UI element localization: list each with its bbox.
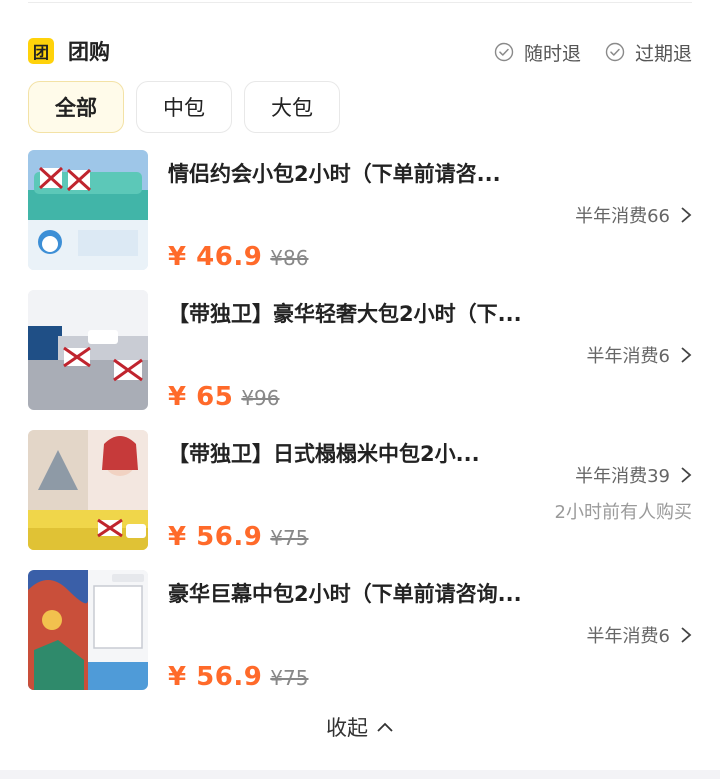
sales-count: 半年消费6 (586, 346, 670, 367)
group-buy-icon: 团 (28, 38, 54, 64)
deal-price-row: ¥ 65 ¥96 (168, 382, 280, 412)
guarantee-refund-anytime: 随时退 (494, 39, 581, 66)
collapse-button[interactable]: 收起 (0, 712, 720, 742)
original-price: ¥86 (270, 246, 309, 270)
top-divider (28, 2, 692, 3)
deal-thumbnail (28, 290, 148, 410)
deal-thumbnail (28, 570, 148, 690)
deal-price: ¥ 46.9 (168, 242, 263, 272)
tab-all[interactable]: 全部 (28, 81, 124, 133)
chevron-up-icon (377, 722, 393, 732)
chevron-right-icon (681, 627, 692, 643)
package-filter-tabs: 全部 中包 大包 (28, 81, 340, 133)
chevron-right-icon (681, 347, 692, 363)
collapse-label: 收起 (326, 716, 368, 740)
bottom-separator (0, 770, 720, 779)
original-price: ¥75 (270, 666, 309, 690)
deal-item[interactable]: 情侣约会小包2小时（下单前请咨... 半年消费66 ¥ 46.9 ¥86 (28, 150, 692, 272)
recent-purchase-note: 2小时前有人购买 (554, 502, 692, 523)
deal-price: ¥ 56.9 (168, 522, 263, 552)
section-title: 团购 (68, 40, 110, 64)
original-price: ¥96 (241, 386, 280, 410)
guarantee-refund-expired: 过期退 (605, 39, 692, 66)
chevron-right-icon (681, 467, 692, 483)
check-circle-icon (605, 42, 625, 62)
sales-count: 半年消费39 (575, 466, 670, 487)
deal-price: ¥ 56.9 (168, 662, 263, 692)
guarantee-label: 过期退 (634, 42, 692, 65)
original-price: ¥75 (270, 526, 309, 550)
guarantee-label: 随时退 (523, 42, 581, 65)
deal-title: 豪华巨幕中包2小时（下单前请咨询... (168, 582, 522, 606)
deal-sales[interactable]: 半年消费66 (575, 202, 692, 228)
deal-sales[interactable]: 半年消费6 (587, 342, 692, 368)
sales-count: 半年消费66 (575, 206, 670, 227)
deal-thumbnail (28, 430, 148, 550)
deal-title: 情侣约会小包2小时（下单前请咨... (168, 162, 501, 186)
group-buy-header: 团 团购 随时退 过期退 (28, 36, 692, 68)
deal-price-row: ¥ 56.9 ¥75 (168, 522, 308, 552)
check-circle-icon (494, 42, 514, 62)
header-title-group: 团 团购 (28, 36, 110, 66)
sales-count: 半年消费6 (586, 626, 670, 647)
chevron-right-icon (681, 207, 692, 223)
deal-sales[interactable]: 半年消费39 (575, 462, 692, 488)
deal-sales[interactable]: 半年消费6 (587, 622, 692, 648)
deal-item[interactable]: 【带独卫】豪华轻奢大包2小时（下... 半年消费6 ¥ 65 ¥96 (28, 290, 692, 412)
deal-item[interactable]: 豪华巨幕中包2小时（下单前请咨询... 半年消费6 ¥ 56.9 ¥75 (28, 570, 692, 692)
guarantee-list: 随时退 过期退 (494, 36, 692, 68)
deal-item[interactable]: 【带独卫】日式榻榻米中包2小... 半年消费39 2小时前有人购买 ¥ 56.9… (28, 430, 692, 552)
deal-thumbnail (28, 150, 148, 270)
tab-medium-room[interactable]: 中包 (136, 81, 232, 133)
deal-price-row: ¥ 56.9 ¥75 (168, 662, 308, 692)
deal-price-row: ¥ 46.9 ¥86 (168, 242, 308, 272)
deal-title: 【带独卫】豪华轻奢大包2小时（下... (168, 302, 522, 326)
deal-price: ¥ 65 (168, 382, 234, 412)
tab-large-room[interactable]: 大包 (244, 81, 340, 133)
